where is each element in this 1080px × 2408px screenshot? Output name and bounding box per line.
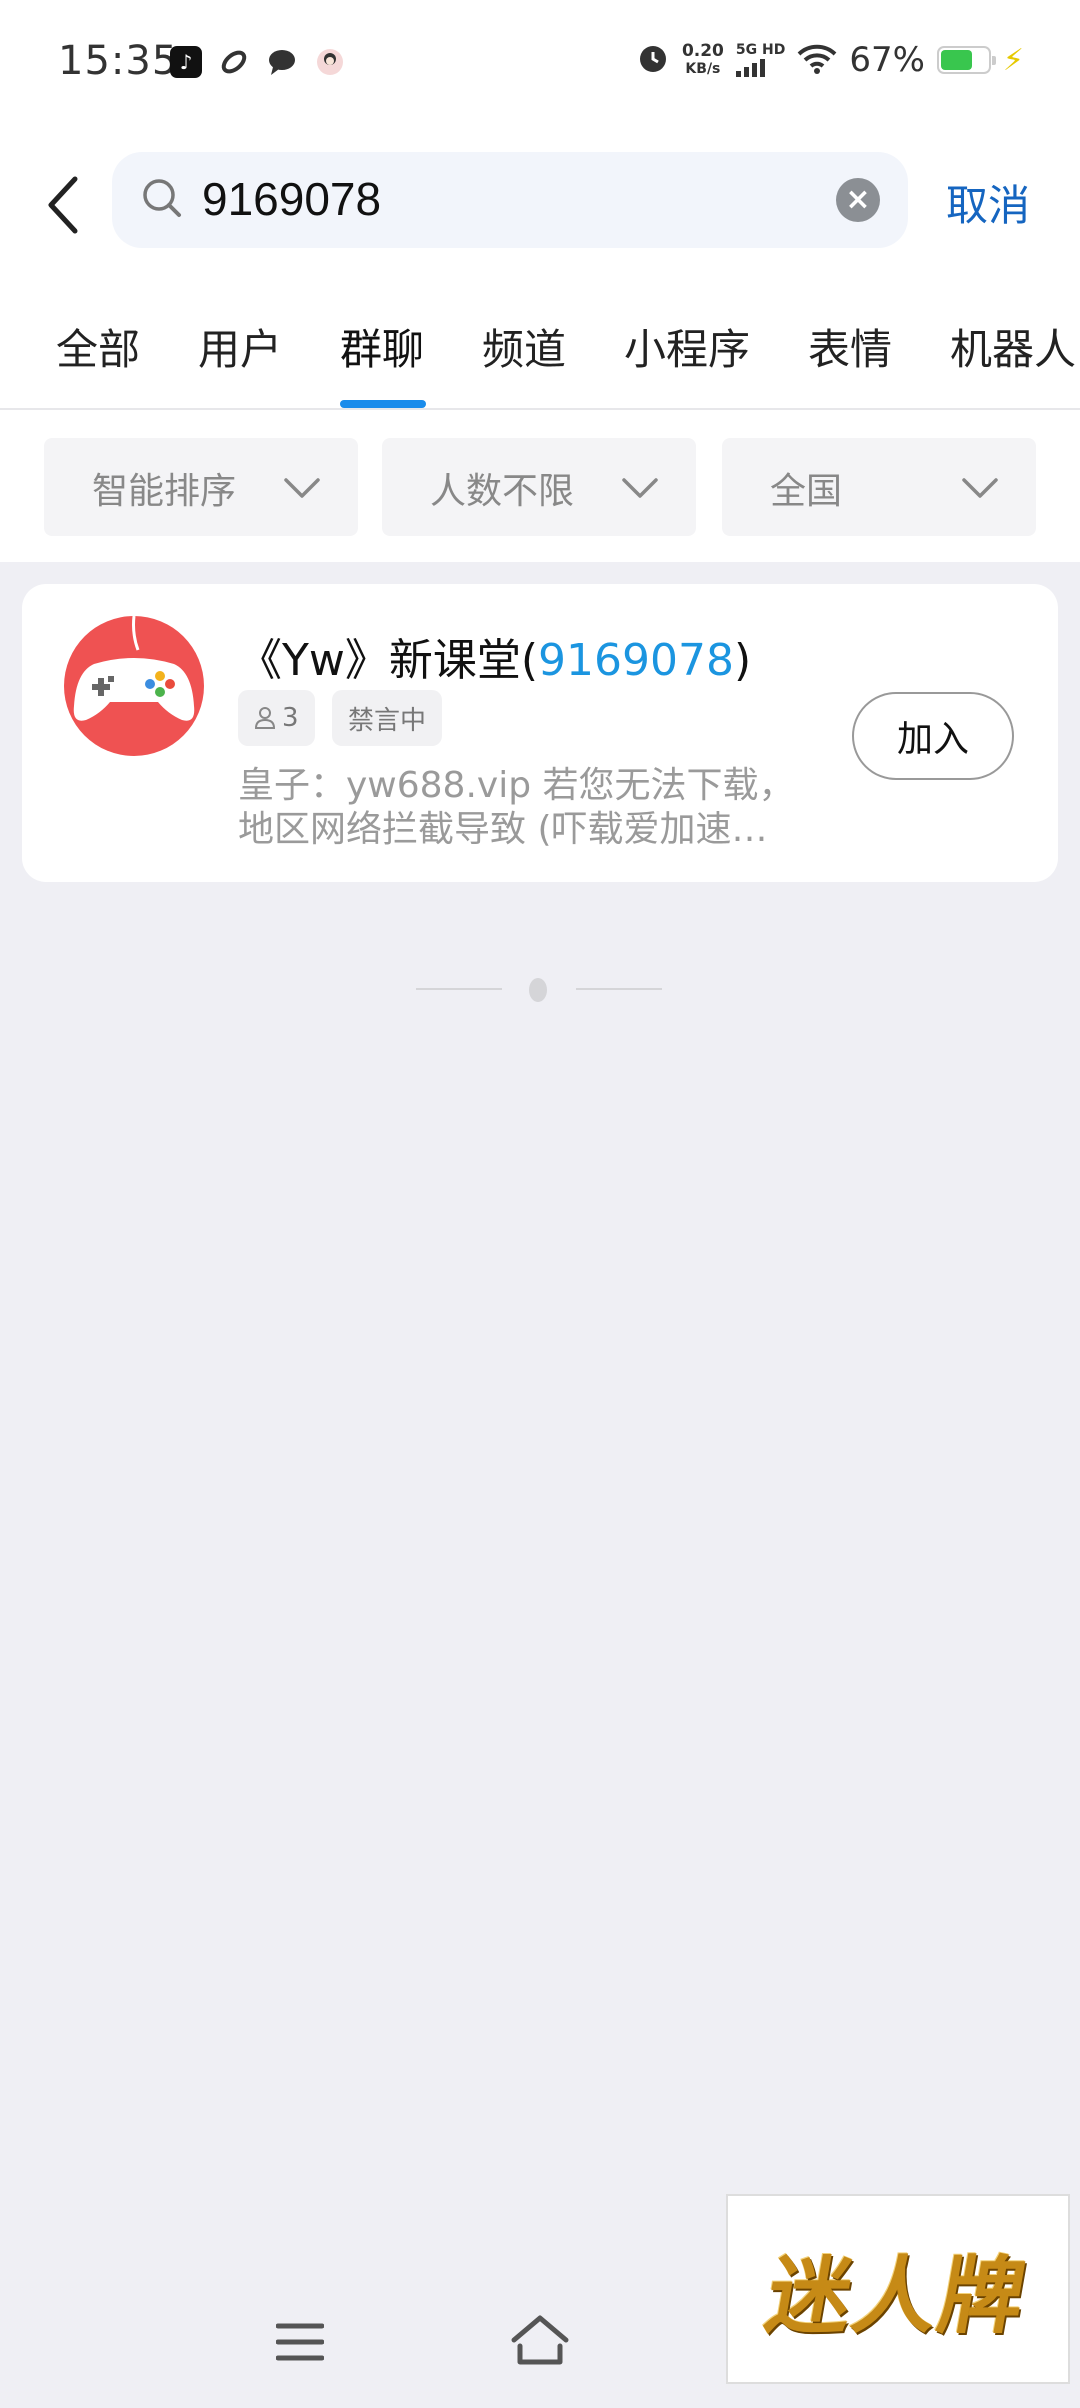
group-avatar xyxy=(64,616,204,756)
region-filter-dropdown[interactable]: 全国 xyxy=(722,438,1036,536)
penguin-icon xyxy=(529,978,547,1002)
net-speed: 0.20 KB/s xyxy=(681,41,724,77)
battery-percent: 67% xyxy=(849,40,925,80)
group-result-card[interactable]: 《Yw》新课堂(9169078) 3 禁言中 皇子：yw688.vip 若您无法… xyxy=(22,584,1058,882)
tab-mini-programs[interactable]: 小程序 xyxy=(624,316,750,377)
join-group-button[interactable]: 加入 xyxy=(852,692,1014,780)
wifi-icon xyxy=(797,42,837,78)
link-icon xyxy=(218,46,250,78)
cancel-button[interactable]: 取消 xyxy=(946,172,1030,233)
chevron-down-icon xyxy=(284,478,320,498)
avatar-icon xyxy=(314,46,346,78)
member-count-tag: 3 xyxy=(238,690,315,746)
watermark-logo: 迷人牌 xyxy=(726,2194,1070,2384)
end-of-results-divider xyxy=(416,968,662,1008)
gamepad-icon xyxy=(73,616,195,721)
muted-status-tag: 禁言中 xyxy=(332,690,443,746)
status-time: 15:35 xyxy=(58,38,179,84)
tab-stickers[interactable]: 表情 xyxy=(808,316,892,377)
alarm-icon xyxy=(636,41,670,79)
member-count: 3 xyxy=(282,703,299,733)
tab-group-chat[interactable]: 群聊 xyxy=(340,316,424,377)
tab-channels[interactable]: 频道 xyxy=(482,316,566,377)
nav-home-button[interactable] xyxy=(508,2312,572,2372)
member-count-filter-dropdown[interactable]: 人数不限 xyxy=(382,438,696,536)
cellular-signal: 5G HD xyxy=(735,43,785,77)
tab-bots[interactable]: 机器人 xyxy=(950,316,1076,377)
matched-group-number: 9169078 xyxy=(538,635,734,686)
back-button[interactable] xyxy=(38,170,88,240)
search-input-box[interactable]: 9169078 × xyxy=(112,152,908,248)
watermark-text: 迷人牌 xyxy=(759,2245,1035,2345)
charging-icon: ⚡ xyxy=(1002,42,1024,78)
tab-all[interactable]: 全部 xyxy=(56,316,140,377)
chevron-down-icon xyxy=(962,478,998,498)
member-count-filter-label: 人数不限 xyxy=(430,471,575,512)
battery-fill xyxy=(940,50,972,70)
status-bar: 15:35 ♪ 0.20 KB/s 5G HD 67% ⚡ xyxy=(0,0,1080,130)
battery-icon xyxy=(936,46,996,74)
region-filter-label: 全国 xyxy=(770,471,843,512)
chat-icon xyxy=(266,46,298,78)
sort-filter-dropdown[interactable]: 智能排序 xyxy=(44,438,358,536)
tab-users[interactable]: 用户 xyxy=(198,316,282,377)
signal-bars-icon xyxy=(735,57,785,77)
home-icon xyxy=(511,2315,569,2365)
status-indicators: 0.20 KB/s 5G HD 67% ⚡ xyxy=(636,40,1024,80)
nav-menu-button[interactable] xyxy=(275,2322,325,2366)
clear-search-icon[interactable]: × xyxy=(836,178,880,222)
status-app-icons: ♪ xyxy=(170,46,346,78)
chevron-down-icon xyxy=(622,478,658,498)
search-input[interactable]: 9169078 xyxy=(202,172,381,226)
active-tab-indicator xyxy=(340,400,426,408)
category-tabs: 全部 用户 群聊 频道 小程序 表情 机器人 xyxy=(0,280,1080,410)
menu-icon xyxy=(275,2323,325,2361)
group-name: 《Yw》新课堂(9169078) xyxy=(238,635,752,686)
tiktok-icon: ♪ xyxy=(170,46,202,78)
search-icon xyxy=(140,176,186,226)
search-header: 9169078 × 取消 xyxy=(0,130,1080,280)
sort-filter-label: 智能排序 xyxy=(92,471,237,512)
person-icon xyxy=(254,707,276,729)
group-description: 皇子：yw688.vip 若您无法下载， 地区网络拦截导致 (吓载爱加速… xyxy=(238,765,795,850)
back-arrow-icon xyxy=(48,176,78,234)
filter-bar: 智能排序 人数不限 全国 xyxy=(0,410,1080,562)
